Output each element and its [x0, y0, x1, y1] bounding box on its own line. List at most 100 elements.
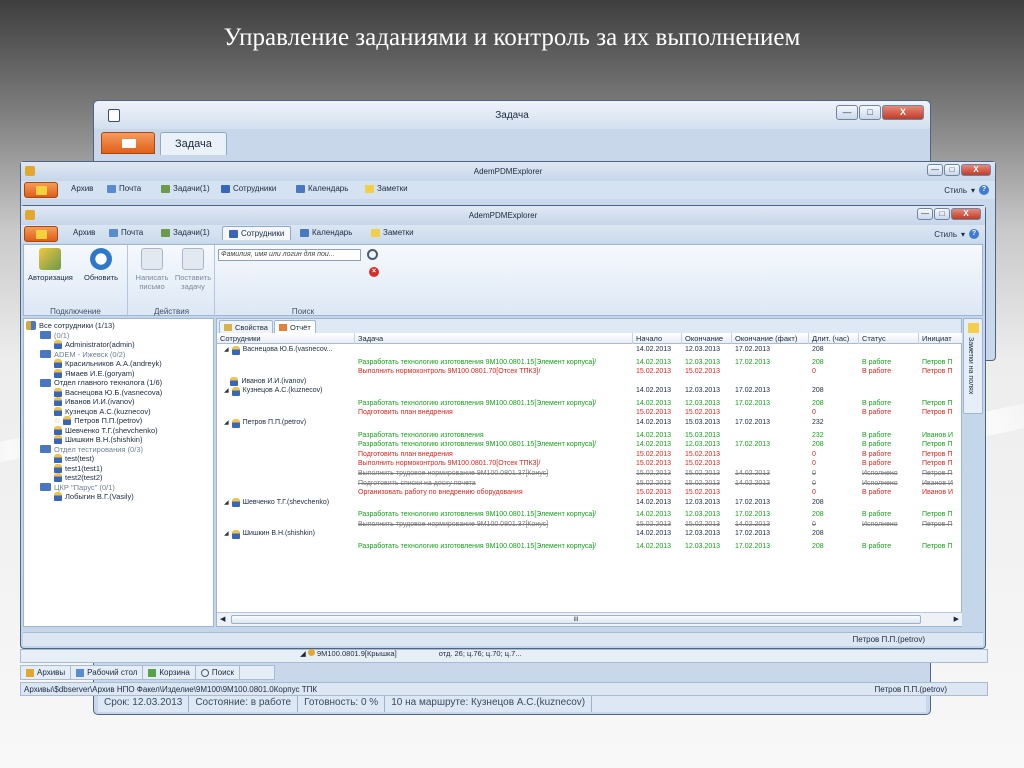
- tree-employee[interactable]: Иванов И.И.(ivanov): [54, 397, 134, 406]
- expand-icon[interactable]: ◢: [224, 386, 229, 396]
- employee-cell[interactable]: ◢ Шевченко Т.Г.(shevchenko): [221, 498, 355, 508]
- maximize-button[interactable]: □: [934, 208, 950, 220]
- task-row[interactable]: Подготовить списки на доску почета 15.02.…: [217, 479, 962, 489]
- expand-icon[interactable]: ◢: [224, 498, 229, 508]
- task-row[interactable]: Выполнить нормоконтроль 9M100.0801.70[От…: [217, 367, 962, 377]
- task-row[interactable]: Выполнить трудовое нормирование 9M100.08…: [217, 469, 962, 479]
- tab-mail[interactable]: Почта: [107, 184, 141, 193]
- minimize-button[interactable]: —: [836, 105, 858, 120]
- tab-employees[interactable]: Сотрудники: [221, 184, 276, 193]
- tree-root[interactable]: Все сотрудники (1/13): [26, 321, 115, 330]
- app-menu-button[interactable]: [24, 226, 58, 242]
- search-icon[interactable]: [367, 249, 378, 260]
- auth-button[interactable]: Авторизация: [28, 248, 73, 282]
- style-menu[interactable]: Стиль ▾?: [944, 185, 989, 195]
- tab-calendar[interactable]: Календарь: [300, 228, 352, 237]
- clear-search-icon[interactable]: ×: [369, 267, 379, 277]
- tree-department[interactable]: Отдел главного технолога (1/6): [40, 378, 162, 387]
- tree-department[interactable]: ЦКР "Парус" (0/1): [40, 483, 115, 492]
- tab-trash[interactable]: Корзина: [143, 666, 196, 679]
- search-input[interactable]: Фамилия, имя или логин для пои...: [218, 249, 361, 261]
- task-row[interactable]: Выполнить нормоконтроль 9M100.0801.70[От…: [217, 459, 962, 469]
- tab-notes[interactable]: Заметки: [365, 184, 408, 193]
- tree-employee[interactable]: Васнецова Ю.Б.(vasnecova): [54, 387, 162, 397]
- minimize-button[interactable]: —: [917, 208, 933, 220]
- task-row[interactable]: Организовать работу по внедрению оборудо…: [217, 488, 962, 498]
- employee-row[interactable]: Иванов И.И.(ivanov): [217, 377, 962, 387]
- tree-row-item[interactable]: ◢ 9M100.0801.9[Крышка] отд. 26; ц.76; ц.…: [300, 649, 522, 658]
- scroll-thumb[interactable]: III: [231, 615, 921, 624]
- tab-tasks[interactable]: Задачи(1): [161, 184, 210, 193]
- employee-row[interactable]: ◢ Васнецова Ю.Б.(vasnecov... 14.02.2013 12.…: [217, 345, 962, 355]
- task-app-button[interactable]: [101, 132, 155, 154]
- tab-calendar[interactable]: Календарь: [296, 184, 348, 193]
- tree-department[interactable]: ADEM - Ижевск (0/2): [40, 350, 125, 359]
- tab-notes[interactable]: Заметки: [371, 228, 414, 237]
- expand-icon[interactable]: ◢: [224, 418, 229, 428]
- employee-row[interactable]: ◢ Петров П.П.(petrov) 14.02.2013 15.03.2013…: [217, 418, 962, 428]
- tab-tasks[interactable]: Задачи(1): [161, 228, 210, 237]
- employee-cell[interactable]: ◢ Петров П.П.(petrov): [221, 418, 355, 428]
- expand-icon[interactable]: [224, 377, 227, 387]
- maximize-button[interactable]: □: [859, 105, 881, 120]
- employee-cell[interactable]: ◢ Кузнецов А.С.(kuznecov): [221, 386, 355, 396]
- tree-employee[interactable]: Administrator(admin): [54, 340, 135, 349]
- tab-task[interactable]: Задача: [160, 132, 227, 155]
- tab-employees[interactable]: Сотрудники: [222, 226, 292, 240]
- employee-row[interactable]: ◢ Кузнецов А.С.(kuznecov) 14.02.2013 12.03.…: [217, 386, 962, 396]
- style-menu[interactable]: Стиль ▾?: [934, 229, 979, 239]
- employee-cell[interactable]: ◢ Шишкин В.Н.(shishkin): [221, 529, 355, 539]
- tree-department[interactable]: Отдел тестирования (0/3): [40, 445, 143, 454]
- tab-desktop[interactable]: Рабочий стол: [71, 666, 144, 679]
- maximize-button[interactable]: □: [944, 164, 960, 176]
- column-header[interactable]: Начало: [633, 333, 682, 344]
- assign-task-button[interactable]: Поставить задачу: [173, 248, 213, 291]
- help-icon[interactable]: ?: [969, 229, 979, 239]
- column-header[interactable]: Длит. (час): [809, 333, 859, 344]
- write-letter-button[interactable]: Написать письмо: [132, 248, 172, 291]
- tree-employee[interactable]: test(test): [54, 454, 94, 463]
- column-header[interactable]: Статус: [859, 333, 919, 344]
- scroll-left-icon[interactable]: ◀: [220, 615, 225, 623]
- tree-employee[interactable]: ☆ Петров П.П.(petrov): [54, 416, 142, 425]
- tree-employee[interactable]: Шишкин В.Н.(shishkin): [54, 435, 142, 444]
- tree-employee[interactable]: Красильников А.А.(andreyk): [54, 359, 162, 368]
- expand-icon[interactable]: ◢: [224, 529, 229, 539]
- task-row[interactable]: Подготовить план внедрения 15.02.2013 15.0…: [217, 408, 962, 418]
- close-button[interactable]: X: [882, 105, 924, 120]
- column-header[interactable]: Инициат: [919, 333, 962, 344]
- employee-cell[interactable]: Иванов И.И.(ivanov): [221, 377, 355, 387]
- close-button[interactable]: X: [961, 164, 991, 176]
- minimize-button[interactable]: —: [927, 164, 943, 176]
- tree-employee[interactable]: test1(test1): [54, 463, 103, 473]
- horizontal-scrollbar[interactable]: ◀ III ▶: [217, 612, 962, 626]
- close-button[interactable]: X: [951, 208, 981, 220]
- tree-employee[interactable]: Лобыгин В.Г.(Vasily): [54, 492, 134, 501]
- tree-employee[interactable]: Шевченко Т.Г.(shevchenko): [54, 425, 158, 435]
- employee-row[interactable]: ◢ Шишкин В.Н.(shishkin) 14.02.2013 12.03.20…: [217, 529, 962, 539]
- tab-archive[interactable]: Архив: [73, 228, 95, 237]
- tab-report[interactable]: Отчёт: [274, 320, 316, 334]
- task-row[interactable]: Подготовить план внедрения 15.02.2013 15.0…: [217, 450, 962, 460]
- task-row[interactable]: Разработать технологию изготовления 9M10…: [217, 542, 962, 552]
- column-header[interactable]: Задача: [355, 333, 633, 344]
- refresh-button[interactable]: Обновить: [80, 248, 122, 282]
- notes-side-tab[interactable]: Заметки на полях: [963, 318, 983, 414]
- tree-employee[interactable]: Ямаев И.Е.(goryam): [54, 368, 135, 378]
- tree-employee[interactable]: test2(test2): [54, 473, 103, 482]
- tab-archives[interactable]: Архивы: [21, 666, 72, 679]
- tab-archive[interactable]: Архив: [71, 184, 93, 193]
- column-header[interactable]: Окончание (факт): [732, 333, 809, 344]
- help-icon[interactable]: ?: [979, 185, 989, 195]
- task-row[interactable]: Разработать технологию изготовления 9M10…: [217, 510, 962, 520]
- tree-employee[interactable]: Кузнецов А.С.(kuznecov): [54, 406, 151, 416]
- task-row[interactable]: Разработать технологию изготовления 14.02…: [217, 431, 962, 441]
- column-header[interactable]: Сотрудники: [217, 333, 355, 344]
- tab-properties[interactable]: Свойства: [219, 320, 273, 333]
- tab-search[interactable]: Поиск: [196, 666, 241, 679]
- task-row[interactable]: Разработать технологию изготовления 9M10…: [217, 440, 962, 450]
- task-row[interactable]: Разработать технологию изготовления 9M10…: [217, 399, 962, 409]
- app-menu-button[interactable]: [24, 182, 58, 198]
- task-row[interactable]: Выполнить трудовое нормирование 9M100.08…: [217, 520, 962, 530]
- tree-department[interactable]: (0/1): [40, 331, 69, 340]
